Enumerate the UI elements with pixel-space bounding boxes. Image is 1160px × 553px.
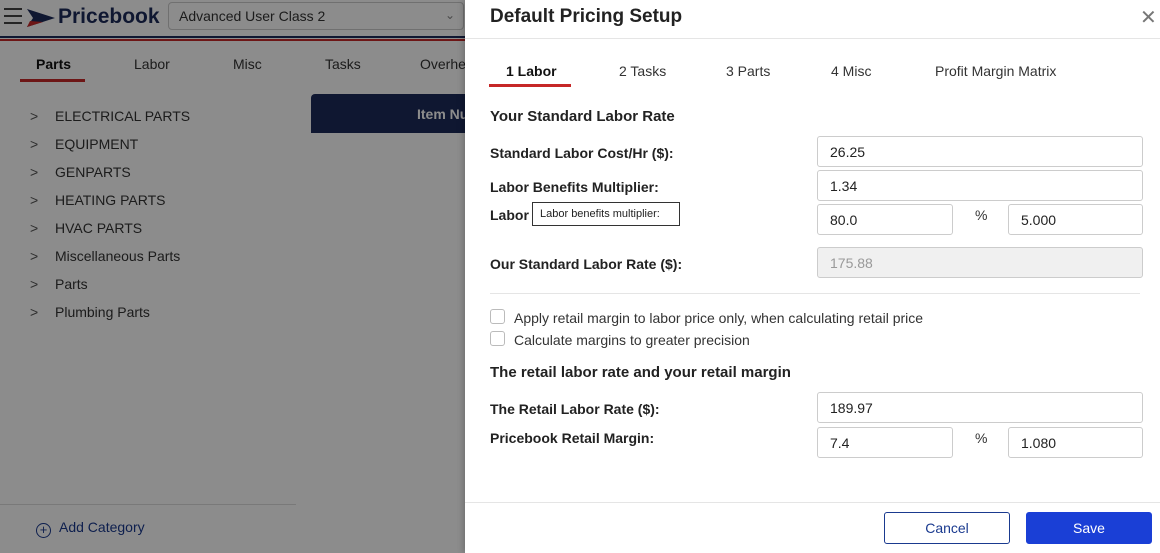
our-standard-rate-label: Our Standard Labor Rate ($): <box>490 256 683 272</box>
benefits-multiplier-label: Labor Benefits Multiplier: <box>490 179 659 195</box>
dialog-header-divider <box>465 38 1160 39</box>
close-icon[interactable]: ✕ <box>1140 5 1157 30</box>
labor-multiplier-input[interactable] <box>1008 204 1143 235</box>
our-standard-rate-input <box>817 247 1143 278</box>
greater-precision-label: Calculate margins to greater precision <box>514 332 750 348</box>
section-divider <box>490 293 1140 294</box>
labor-percent-input[interactable] <box>817 204 953 235</box>
percent-symbol: % <box>975 430 988 446</box>
labor-cost-input[interactable] <box>817 136 1143 167</box>
standard-labor-rate-heading: Your Standard Labor Rate <box>490 108 675 125</box>
retail-rate-label: The Retail Labor Rate ($): <box>490 401 660 417</box>
labor-row-label: Labor <box>490 207 529 223</box>
tab-labor[interactable]: 1 Labor <box>506 63 557 79</box>
tooltip: Labor benefits multiplier: <box>532 202 680 226</box>
save-button[interactable]: Save <box>1026 512 1152 544</box>
retail-margin-multiplier-input[interactable] <box>1008 427 1143 458</box>
benefits-multiplier-input[interactable] <box>817 170 1143 201</box>
apply-retail-margin-checkbox[interactable] <box>490 309 505 324</box>
cancel-button[interactable]: Cancel <box>884 512 1010 544</box>
dialog-footer-divider <box>465 502 1160 503</box>
dialog-title: Default Pricing Setup <box>490 6 683 27</box>
tab-parts[interactable]: 3 Parts <box>726 63 770 79</box>
tab-profit-margin-matrix[interactable]: Profit Margin Matrix <box>935 63 1056 79</box>
tab-tasks[interactable]: 2 Tasks <box>619 63 666 79</box>
retail-margin-percent-input[interactable] <box>817 427 953 458</box>
apply-retail-margin-label: Apply retail margin to labor price only,… <box>514 310 924 326</box>
retail-margin-label: Pricebook Retail Margin: <box>490 430 655 446</box>
retail-rate-heading: The retail labor rate and your retail ma… <box>490 364 791 381</box>
labor-cost-label: Standard Labor Cost/Hr ($): <box>490 145 674 161</box>
tab-misc[interactable]: 4 Misc <box>831 63 871 79</box>
tab-active-indicator <box>489 84 571 87</box>
default-pricing-setup-dialog: Default Pricing Setup ✕ 1 Labor 2 Tasks … <box>465 0 1160 553</box>
greater-precision-checkbox[interactable] <box>490 331 505 346</box>
retail-rate-input[interactable] <box>817 392 1143 423</box>
percent-symbol: % <box>975 207 988 223</box>
